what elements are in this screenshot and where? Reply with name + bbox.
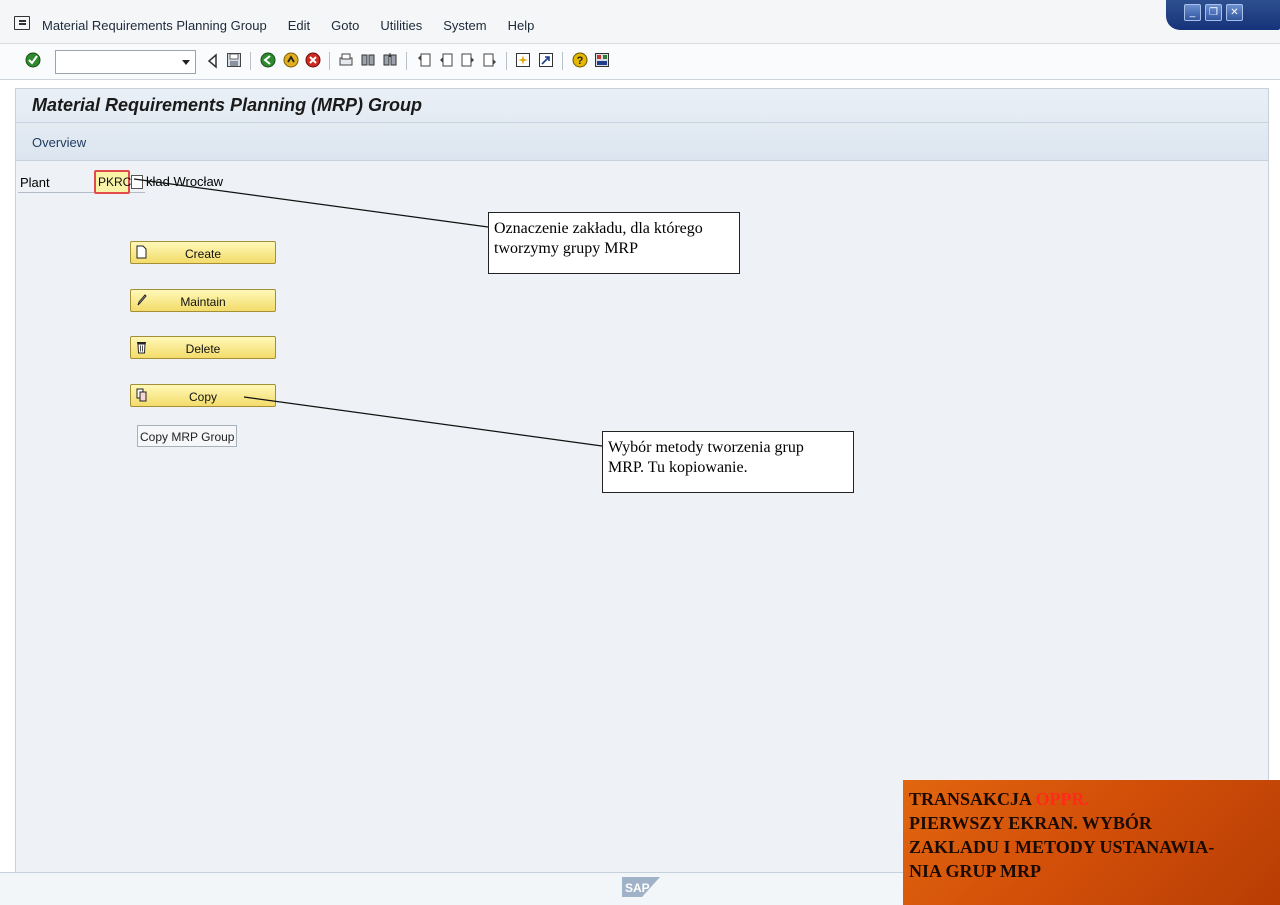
banner-transaction-label: TRANSAKCJA [909, 789, 1032, 809]
method-callout: Wybór metody tworzenia grup MRP. Tu kopi… [602, 431, 854, 493]
method-callout-line2: MRP. Tu kopiowanie. [608, 459, 748, 476]
plant-callout-line2: tworzymy grupy MRP [494, 240, 638, 257]
banner-line3: ZAKLADU I METODY USTANAWIA- [909, 837, 1215, 857]
sap-logo-text: SAP [625, 881, 650, 895]
method-callout-line1: Wybór metody tworzenia grup [608, 439, 804, 456]
plant-callout-line1: Oznaczenie zakładu, dla którego [494, 220, 703, 237]
banner-line1: TRANSAKCJA OPPR. [909, 787, 1274, 811]
caption-banner: TRANSAKCJA OPPR. PIERWSZY EKRAN. WYBÓR Z… [903, 780, 1280, 905]
method-callout-line [243, 396, 603, 447]
banner-transaction-code: OPPR. [1035, 789, 1090, 809]
banner-line2: PIERWSZY EKRAN. WYBÓR [909, 813, 1152, 833]
plant-callout-line [133, 178, 489, 228]
banner-line4: NIA GRUP MRP [909, 861, 1041, 881]
sap-logo: SAP [622, 877, 660, 897]
plant-callout: Oznaczenie zakładu, dla którego tworzymy… [488, 212, 740, 274]
